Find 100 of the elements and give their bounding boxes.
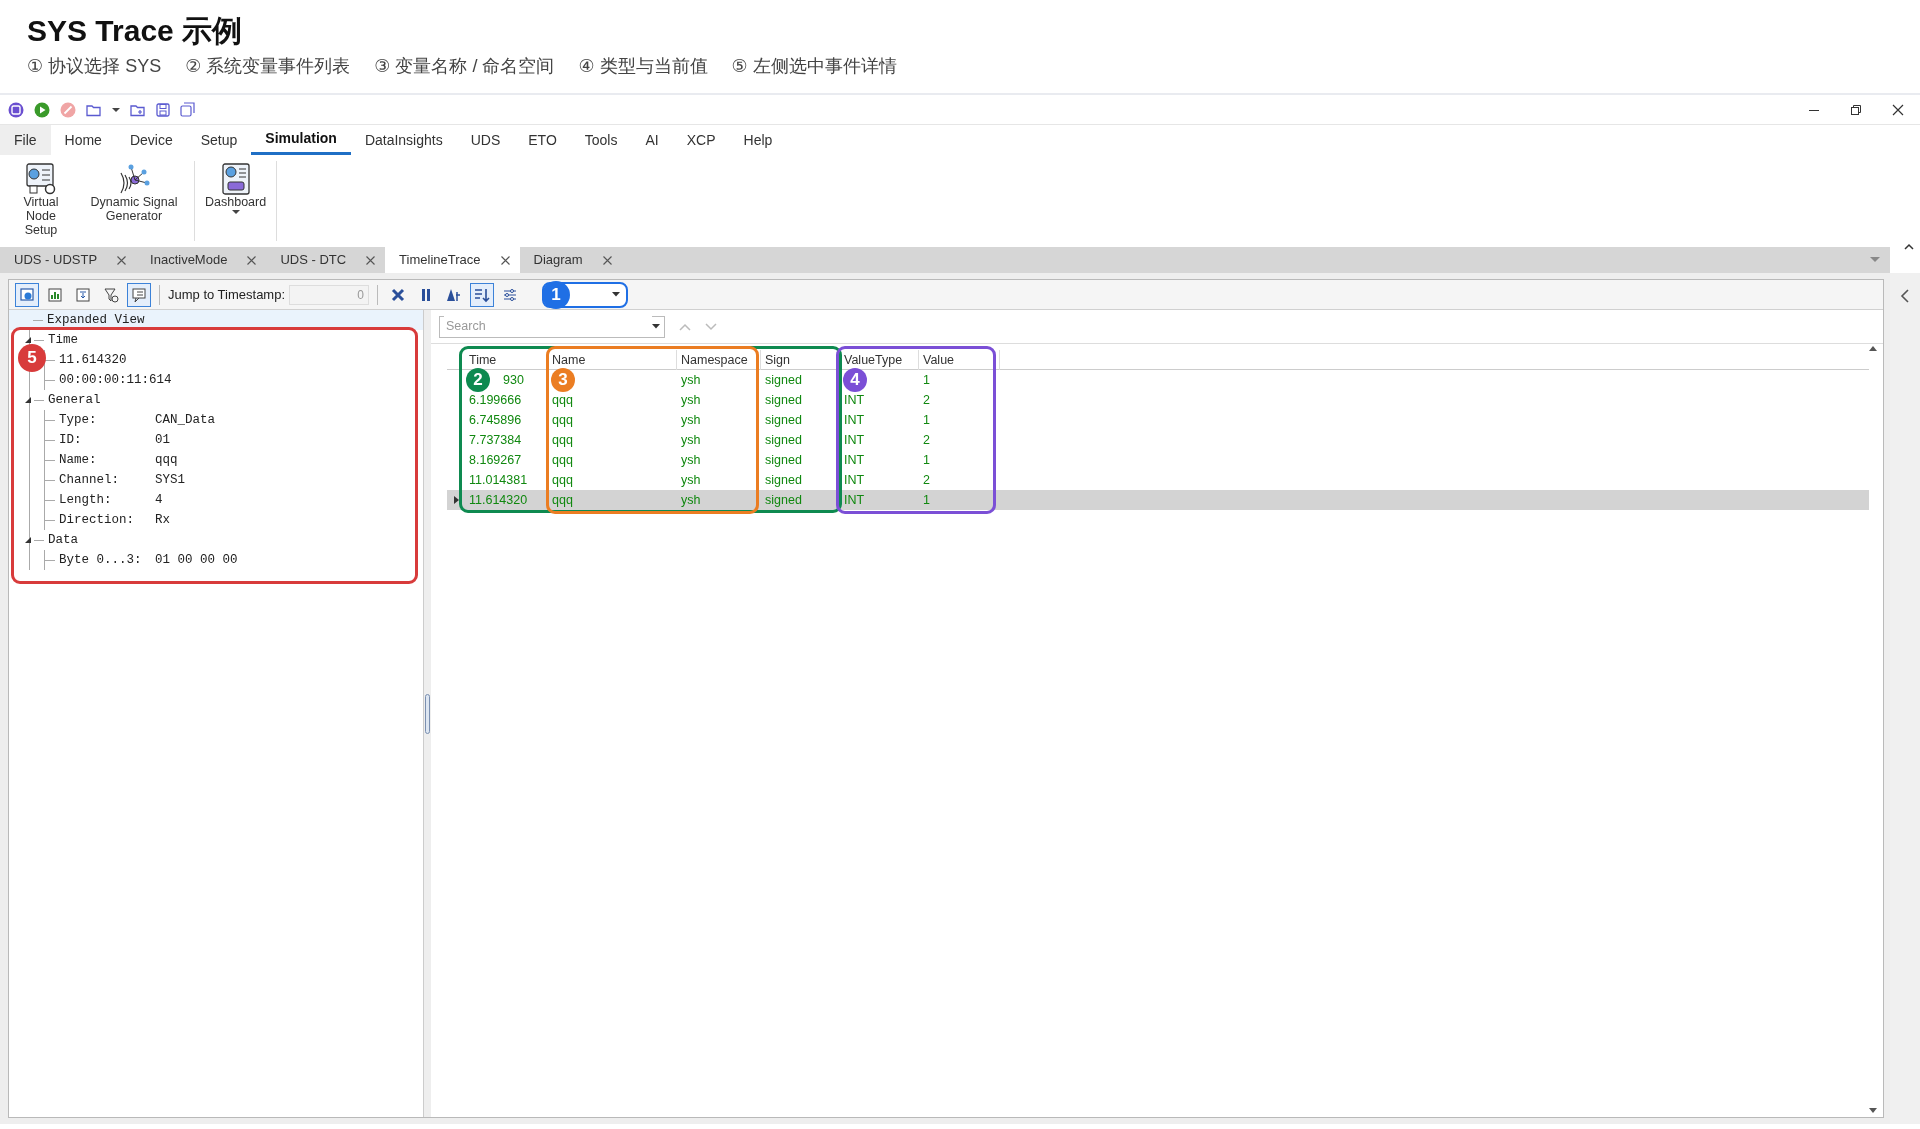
search-field[interactable]: Search: [439, 315, 665, 338]
row-pointer-icon: [453, 496, 459, 504]
scroll-up-icon[interactable]: [1869, 346, 1877, 351]
table-cell: qqq: [552, 413, 573, 427]
scroll-down-button[interactable]: [470, 282, 495, 307]
table-cell: ysh: [681, 473, 701, 487]
ribbon-button[interactable]: Dashboard: [199, 161, 273, 241]
table-cell: signed: [765, 493, 802, 507]
table-cell: 6.199666: [469, 393, 522, 407]
caret-icon[interactable]: [112, 106, 120, 113]
splitter-handle[interactable]: [425, 693, 430, 734]
tree-value: 01: [155, 431, 170, 449]
menu-tab[interactable]: XCP: [672, 125, 730, 155]
tree-value: 4: [155, 491, 163, 509]
folder-icon[interactable]: [86, 102, 102, 117]
view-icon: [19, 286, 35, 303]
comment-button[interactable]: [127, 282, 151, 307]
options-icon: [502, 286, 519, 303]
menu-tab[interactable]: Help: [729, 125, 787, 155]
ribbon-button[interactable]: Virtual Node Setup: [4, 161, 78, 241]
menu-tab[interactable]: UDS: [456, 125, 515, 155]
table-cell: signed: [765, 433, 802, 447]
tree-item: Expanded View: [47, 311, 145, 329]
restore-icon[interactable]: [1850, 103, 1862, 116]
column-header[interactable]: Time: [465, 349, 548, 370]
table-cell: signed: [765, 413, 802, 427]
table-cell: 2: [923, 433, 930, 447]
table-cell: qqq: [552, 393, 573, 407]
tree-item: 00:00:00:11:614: [59, 371, 172, 389]
comment-icon: [131, 286, 147, 303]
close-icon[interactable]: [500, 255, 510, 265]
table-cell: 1: [923, 373, 930, 387]
scroll-down-icon[interactable]: [1869, 1108, 1877, 1113]
tree-item: Time: [48, 331, 78, 349]
view-button[interactable]: [15, 282, 39, 307]
table-cell: 11.614320: [469, 493, 528, 507]
table-cell: INT: [844, 473, 865, 487]
collapse-panel-icon[interactable]: [1900, 289, 1910, 303]
table-cell: 2: [923, 393, 930, 407]
table-cell: signed: [765, 373, 802, 387]
menu-tab[interactable]: Simulation: [251, 125, 351, 155]
expand-icon[interactable]: [24, 396, 32, 404]
table-cell: 2: [923, 473, 930, 487]
document-tab[interactable]: TimelineTrace: [385, 247, 520, 273]
table-cell: qqq: [552, 493, 573, 507]
tree-value: CAN_Data: [155, 411, 215, 429]
page-title: SYS Trace 示例: [27, 14, 244, 47]
menu-tab[interactable]: Tools: [570, 125, 632, 155]
table-cell: 7.737384: [469, 433, 522, 447]
table-cell: 11.014381: [469, 473, 528, 487]
document-tab[interactable]: UDS - UDSTP: [0, 247, 137, 273]
clear-icon: [390, 286, 407, 303]
tree-key: ID:: [59, 430, 155, 450]
table-cell: ysh: [681, 433, 701, 447]
menu-tab[interactable]: Setup: [186, 125, 252, 155]
menu-tab[interactable]: DataInsights: [350, 125, 457, 155]
expand-icon[interactable]: [24, 536, 32, 544]
column-header[interactable]: Sign: [761, 349, 840, 370]
table-cell: qqq: [552, 433, 573, 447]
tree-key: Byte 0...3:: [59, 550, 155, 570]
document-tab[interactable]: UDS - DTC: [266, 247, 386, 273]
save-all-icon[interactable]: [180, 102, 195, 117]
timestamp-label: Jump to Timestamp:: [168, 285, 286, 304]
app-logo-icon[interactable]: [8, 101, 24, 118]
tree-value: 01 00 00 00: [155, 551, 238, 569]
step-label: ② 系统变量事件列表: [185, 55, 351, 78]
menu-tab[interactable]: Home: [50, 125, 116, 155]
table-cell: INT: [844, 433, 865, 447]
table-cell: 1: [923, 413, 930, 427]
column-header[interactable]: Value: [919, 349, 1000, 370]
close-icon[interactable]: [1892, 103, 1904, 116]
collapse-ribbon-icon[interactable]: [1904, 243, 1914, 251]
menu-tab[interactable]: File: [0, 125, 51, 155]
tree-key: Channel:: [59, 470, 155, 490]
node-setup-icon: [24, 163, 58, 195]
column-header[interactable]: Namespace: [677, 349, 761, 370]
table-cell: 1: [923, 493, 930, 507]
run-icon[interactable]: [34, 101, 50, 118]
export-icon: [75, 286, 91, 303]
ribbon-button[interactable]: Dynamic Signal Generator: [78, 161, 190, 241]
tree-item: 11.614320: [59, 351, 127, 369]
tree-key: Name:: [59, 450, 155, 470]
dashboard-icon: [220, 163, 251, 195]
caret-icon: [612, 292, 621, 297]
table-cell: signed: [765, 393, 802, 407]
menu-tab[interactable]: AI: [631, 125, 673, 155]
step-label: ④ 类型与当前值: [578, 55, 708, 78]
document-tab[interactable]: Diagram: [519, 247, 622, 273]
menu-tab[interactable]: Device: [115, 125, 187, 155]
table-cell: signed: [765, 453, 802, 467]
document-tab[interactable]: InactiveMode: [136, 247, 267, 273]
menu-tab[interactable]: ETO: [514, 125, 571, 155]
table-cell: INT: [844, 413, 865, 427]
save-icon[interactable]: [156, 102, 170, 117]
table-cell: 6.745896: [469, 413, 522, 427]
tree-value: qqq: [155, 451, 178, 469]
caret-icon: [652, 324, 660, 329]
new-folder-icon[interactable]: [130, 102, 146, 117]
tree-value: Rx: [155, 511, 170, 529]
chart-icon: [47, 286, 63, 303]
